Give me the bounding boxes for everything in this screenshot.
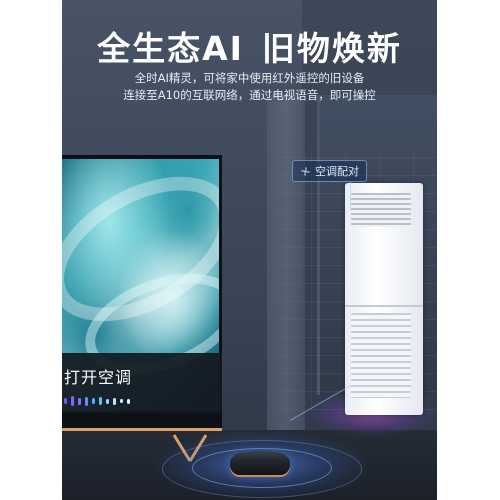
ac-bottom-grille xyxy=(351,313,411,398)
subtext-line-2: 连接至A10的互联网络，通过电视语音，即可操控 xyxy=(123,88,376,102)
headline: 全生态AI 旧物焕新 xyxy=(62,22,437,70)
ac-pair-tag: 空调配对 xyxy=(292,160,367,182)
pillar xyxy=(267,95,305,435)
ir-hub-top xyxy=(234,451,286,461)
promo-canvas: 全生态AI 旧物焕新 全时AI精灵，可将家中使用红外遥控的旧设备 连接至A10的互… xyxy=(62,0,437,500)
headline-left: 全生态AI xyxy=(97,29,244,68)
voice-command-text: 打开空调 xyxy=(64,368,133,387)
voice-wave-icon xyxy=(64,396,130,406)
subtext-line-1: 全时AI精灵，可将家中使用红外遥控的旧设备 xyxy=(134,71,365,85)
subtext: 全时AI精灵，可将家中使用红外遥控的旧设备 连接至A10的互联网络，通过电视语音… xyxy=(62,70,437,104)
pair-tag-label: 空调配对 xyxy=(315,165,359,178)
headline-right: 旧物焕新 xyxy=(261,29,402,68)
pair-connector-line xyxy=(350,182,351,210)
ac-top-grille xyxy=(351,193,411,227)
air-conditioner xyxy=(345,183,423,415)
tv-base-strip xyxy=(62,428,222,431)
fan-icon xyxy=(300,166,311,176)
ac-seam xyxy=(345,305,423,307)
